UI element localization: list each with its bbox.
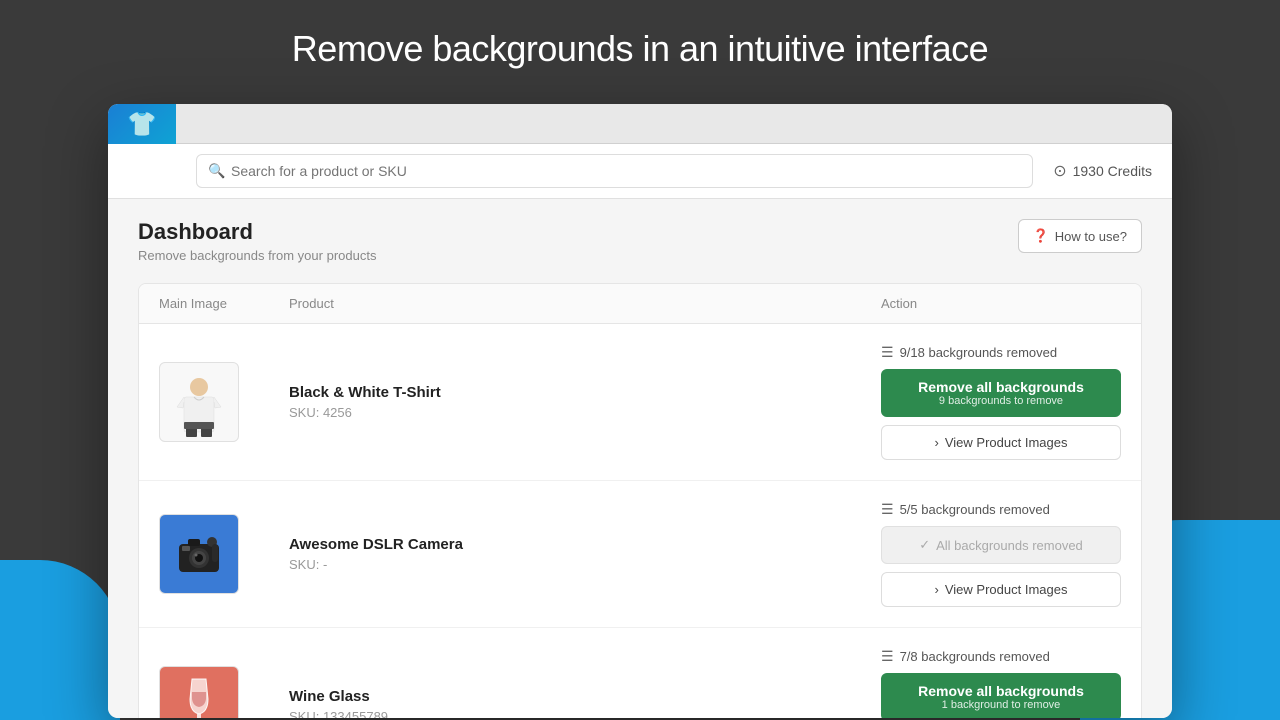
titlebar: 👕	[108, 104, 1172, 144]
chevron-right-icon: ›	[935, 582, 939, 597]
dashboard-subtitle: Remove backgrounds from your products	[138, 248, 376, 263]
app-window: 👕 🔍 ⊙ 1930 Credits Dashboard Remove back…	[108, 104, 1172, 718]
bg-count: ☰ 9/18 backgrounds removed	[881, 344, 1121, 361]
chevron-right-icon: ›	[935, 435, 939, 450]
product-image-cell	[159, 666, 289, 718]
product-info: Awesome DSLR Camera SKU: -	[289, 536, 881, 572]
bg-count-label: 5/5 backgrounds removed	[900, 502, 1050, 517]
list-icon: ☰	[881, 501, 894, 518]
remove-all-label: Remove all backgrounds	[895, 683, 1107, 699]
search-wrapper: 🔍	[196, 154, 1033, 188]
table-row: Black & White T-Shirt SKU: 4256 ☰ 9/18 b…	[139, 324, 1141, 481]
products-table: Main Image Product Action	[138, 283, 1142, 718]
credits-label: 1930 Credits	[1073, 163, 1152, 179]
bg-count: ☰ 5/5 backgrounds removed	[881, 501, 1121, 518]
check-icon: ✓	[919, 537, 930, 553]
wine-image-wrapper	[159, 666, 239, 718]
search-icon: 🔍	[208, 163, 225, 180]
dashboard-title: Dashboard	[138, 219, 376, 245]
camera-image-wrapper	[159, 514, 239, 594]
bg-count-label: 9/18 backgrounds removed	[900, 345, 1058, 360]
dashboard-title-area: Dashboard Remove backgrounds from your p…	[138, 219, 376, 263]
dashboard-header: Dashboard Remove backgrounds from your p…	[138, 219, 1142, 263]
credits-area: ⊙ 1930 Credits	[1053, 161, 1152, 181]
main-content: Dashboard Remove backgrounds from your p…	[108, 199, 1172, 718]
how-to-button[interactable]: ❓ How to use?	[1018, 219, 1142, 253]
all-removed-label: All backgrounds removed	[936, 538, 1083, 553]
all-removed-badge: ✓ All backgrounds removed	[881, 526, 1121, 564]
table-row: Awesome DSLR Camera SKU: - ☰ 5/5 backgro…	[139, 481, 1141, 628]
product-sku: SKU: 4256	[289, 405, 881, 420]
product-name: Awesome DSLR Camera	[289, 536, 881, 553]
header-bar: 🔍 ⊙ 1930 Credits	[108, 144, 1172, 199]
view-images-button[interactable]: › View Product Images	[881, 572, 1121, 607]
table-header: Main Image Product Action	[139, 284, 1141, 324]
view-images-label: View Product Images	[945, 582, 1068, 597]
product-info: Wine Glass SKU: 133455789	[289, 688, 881, 718]
tshirt-image	[169, 367, 229, 437]
col-main-image: Main Image	[159, 296, 289, 311]
credits-icon: ⊙	[1053, 161, 1066, 181]
list-icon: ☰	[881, 344, 894, 361]
product-image-wrapper	[159, 362, 239, 442]
remove-all-sublabel: 9 backgrounds to remove	[895, 395, 1107, 407]
app-logo: 👕	[108, 104, 176, 144]
col-action: Action	[881, 296, 1121, 311]
product-name: Wine Glass	[289, 688, 881, 705]
remove-all-button[interactable]: Remove all backgrounds 1 background to r…	[881, 673, 1121, 718]
question-icon: ❓	[1033, 228, 1049, 244]
view-images-label: View Product Images	[945, 435, 1068, 450]
product-name: Black & White T-Shirt	[289, 384, 881, 401]
bg-count: ☰ 7/8 backgrounds removed	[881, 648, 1121, 665]
camera-image	[174, 529, 224, 579]
wine-image	[174, 674, 224, 719]
product-info: Black & White T-Shirt SKU: 4256	[289, 384, 881, 420]
table-row: Wine Glass SKU: 133455789 ☰ 7/8 backgrou…	[139, 628, 1141, 718]
remove-all-label: Remove all backgrounds	[895, 379, 1107, 395]
action-cell: ☰ 7/8 backgrounds removed Remove all bac…	[881, 648, 1121, 718]
page-title: Remove backgrounds in an intuitive inter…	[0, 0, 1280, 90]
view-images-button[interactable]: › View Product Images	[881, 425, 1121, 460]
product-sku: SKU: 133455789	[289, 709, 881, 718]
product-image-cell	[159, 514, 289, 594]
action-cell: ☰ 5/5 backgrounds removed ✓ All backgrou…	[881, 501, 1121, 607]
remove-all-button[interactable]: Remove all backgrounds 9 backgrounds to …	[881, 369, 1121, 417]
decorative-blob-left	[0, 560, 120, 720]
search-input[interactable]	[196, 154, 1033, 188]
remove-all-sublabel: 1 background to remove	[895, 699, 1107, 711]
product-sku: SKU: -	[289, 557, 881, 572]
list-icon: ☰	[881, 648, 894, 665]
action-cell: ☰ 9/18 backgrounds removed Remove all ba…	[881, 344, 1121, 460]
col-product: Product	[289, 296, 881, 311]
product-image-cell	[159, 362, 289, 442]
bg-count-label: 7/8 backgrounds removed	[900, 649, 1050, 664]
